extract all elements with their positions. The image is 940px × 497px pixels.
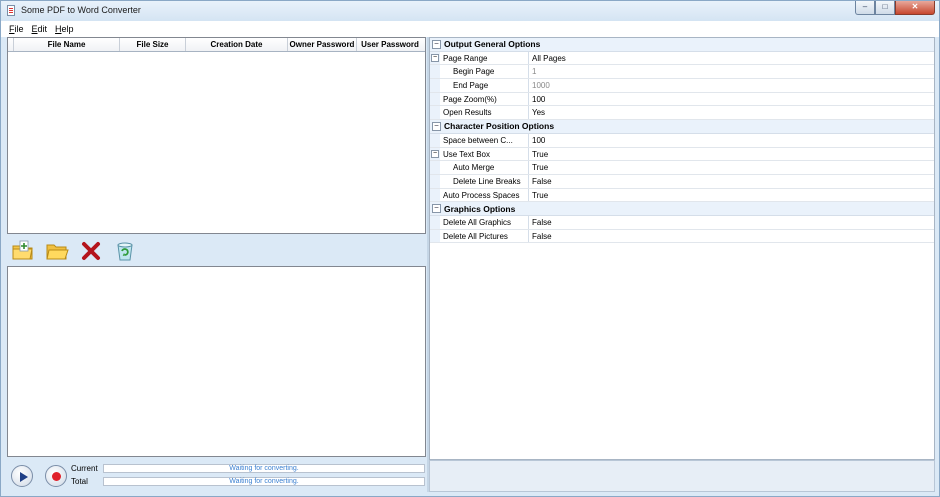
column-header-owner-password[interactable]: Owner Password bbox=[288, 38, 357, 51]
property-name: Page Range bbox=[440, 51, 529, 65]
property-value[interactable]: False bbox=[529, 216, 934, 229]
property-value[interactable]: 1000 bbox=[529, 79, 934, 92]
property-row[interactable]: Delete All Graphics False bbox=[430, 215, 934, 230]
window-controls: – □ ✕ bbox=[855, 1, 935, 15]
property-name: Delete All Pictures bbox=[440, 229, 529, 243]
column-header-file-name[interactable]: File Name bbox=[14, 38, 120, 51]
property-value[interactable]: 100 bbox=[529, 134, 934, 147]
property-category[interactable]: − Character Position Options bbox=[430, 120, 934, 134]
file-toolbar bbox=[7, 236, 426, 266]
row-margin bbox=[430, 106, 440, 120]
property-row[interactable]: − Use Text Box True bbox=[430, 147, 934, 162]
current-progress-label: Current bbox=[71, 464, 98, 473]
property-row[interactable]: − Page Range All Pages bbox=[430, 51, 934, 66]
row-margin bbox=[430, 92, 440, 106]
property-row[interactable]: Open Results Yes bbox=[430, 106, 934, 121]
row-margin bbox=[430, 161, 440, 174]
remove-button[interactable] bbox=[79, 239, 103, 263]
property-row[interactable]: End Page 1000 bbox=[430, 79, 934, 93]
collapse-toggle-icon[interactable]: − bbox=[432, 121, 441, 131]
expand-toggle-icon[interactable]: − bbox=[431, 53, 439, 62]
property-name: Page Zoom(%) bbox=[440, 92, 529, 106]
property-value[interactable]: True bbox=[529, 148, 934, 161]
stop-convert-button[interactable] bbox=[45, 465, 67, 487]
property-category[interactable]: − Graphics Options bbox=[430, 202, 934, 216]
start-convert-button[interactable] bbox=[11, 465, 33, 487]
row-margin bbox=[430, 79, 440, 92]
property-category[interactable]: − Output General Options bbox=[430, 38, 934, 52]
property-name: Auto Process Spaces bbox=[440, 188, 529, 202]
property-name: Use Text Box bbox=[440, 147, 529, 161]
category-label: Graphics Options bbox=[444, 203, 516, 214]
property-value[interactable]: True bbox=[529, 161, 934, 174]
menu-edit[interactable]: Edit bbox=[28, 21, 52, 37]
property-value[interactable]: 100 bbox=[529, 93, 934, 106]
property-name: Open Results bbox=[440, 106, 529, 120]
window-title: Some PDF to Word Converter bbox=[21, 5, 141, 15]
current-progress-bar: Waiting for converting. bbox=[103, 464, 425, 473]
clear-button[interactable] bbox=[113, 239, 137, 263]
property-name: Delete Line Breaks bbox=[440, 174, 529, 188]
recycle-bin-icon bbox=[117, 242, 133, 261]
file-list-table[interactable]: File Name File Size Creation Date Owner … bbox=[7, 37, 426, 234]
property-value[interactable]: False bbox=[529, 175, 934, 188]
property-name: Auto Merge bbox=[440, 161, 529, 174]
total-progress-label: Total bbox=[71, 477, 88, 486]
property-name: End Page bbox=[440, 79, 529, 92]
property-name: Begin Page bbox=[440, 65, 529, 79]
app-icon bbox=[7, 5, 15, 16]
property-name: Delete All Graphics bbox=[440, 215, 529, 229]
close-button[interactable]: ✕ bbox=[895, 1, 935, 15]
conversion-log-area[interactable] bbox=[7, 266, 426, 457]
row-margin bbox=[430, 133, 440, 147]
property-name: Space between C... bbox=[440, 133, 529, 147]
property-row[interactable]: Auto Process Spaces True bbox=[430, 188, 934, 203]
options-property-grid: − Output General Options − Page Range All Pa… bbox=[429, 37, 935, 460]
menu-file[interactable]: File bbox=[5, 21, 28, 37]
row-margin bbox=[430, 188, 440, 202]
property-row[interactable]: Delete Line Breaks False bbox=[430, 174, 934, 189]
property-row[interactable]: Page Zoom(%) 100 bbox=[430, 92, 934, 107]
property-description-pane bbox=[429, 460, 935, 492]
add-files-button[interactable] bbox=[11, 239, 35, 263]
menu-bar: File Edit Help bbox=[1, 21, 939, 37]
category-label: Output General Options bbox=[444, 39, 541, 50]
folder-add-icon bbox=[12, 240, 33, 260]
property-value[interactable]: 1 bbox=[529, 65, 934, 78]
row-margin bbox=[430, 174, 440, 188]
left-panel: File Name File Size Creation Date Owner … bbox=[7, 37, 427, 492]
row-margin bbox=[430, 65, 440, 79]
category-label: Character Position Options bbox=[444, 121, 555, 132]
row-margin bbox=[430, 229, 440, 243]
red-x-icon bbox=[82, 242, 100, 260]
open-folder-button[interactable] bbox=[45, 239, 69, 263]
property-grid-body: − Output General Options − Page Range All Pa… bbox=[430, 38, 934, 244]
property-row[interactable]: Space between C... 100 bbox=[430, 133, 934, 148]
property-row[interactable]: Auto Merge True bbox=[430, 161, 934, 175]
property-value[interactable]: False bbox=[529, 230, 934, 243]
property-row[interactable]: Delete All Pictures False bbox=[430, 229, 934, 244]
row-margin: − bbox=[430, 51, 440, 65]
file-table-header: File Name File Size Creation Date Owner … bbox=[8, 38, 425, 52]
minimize-button[interactable]: – bbox=[855, 1, 875, 15]
property-value[interactable]: All Pages bbox=[529, 52, 934, 65]
column-header-user-password[interactable]: User Password bbox=[357, 38, 423, 51]
column-header-creation-date[interactable]: Creation Date bbox=[186, 38, 288, 51]
expand-toggle-icon[interactable]: − bbox=[431, 149, 439, 158]
collapse-toggle-icon[interactable]: − bbox=[432, 39, 441, 49]
folder-open-icon bbox=[46, 244, 69, 260]
maximize-button[interactable]: □ bbox=[875, 1, 895, 15]
status-area: Current Total Waiting for converting. Wa… bbox=[7, 458, 426, 492]
title-bar[interactable]: Some PDF to Word Converter – □ ✕ bbox=[1, 1, 939, 21]
row-margin: − bbox=[430, 147, 440, 161]
property-value[interactable]: Yes bbox=[529, 106, 934, 119]
app-window: Some PDF to Word Converter – □ ✕ File Ed… bbox=[0, 0, 940, 497]
row-margin bbox=[430, 215, 440, 229]
property-row[interactable]: Begin Page 1 bbox=[430, 65, 934, 80]
menu-help[interactable]: Help bbox=[51, 21, 78, 37]
property-value[interactable]: True bbox=[529, 189, 934, 202]
total-progress-bar: Waiting for converting. bbox=[103, 477, 425, 486]
collapse-toggle-icon[interactable]: − bbox=[432, 204, 441, 214]
column-header-file-size[interactable]: File Size bbox=[120, 38, 186, 51]
